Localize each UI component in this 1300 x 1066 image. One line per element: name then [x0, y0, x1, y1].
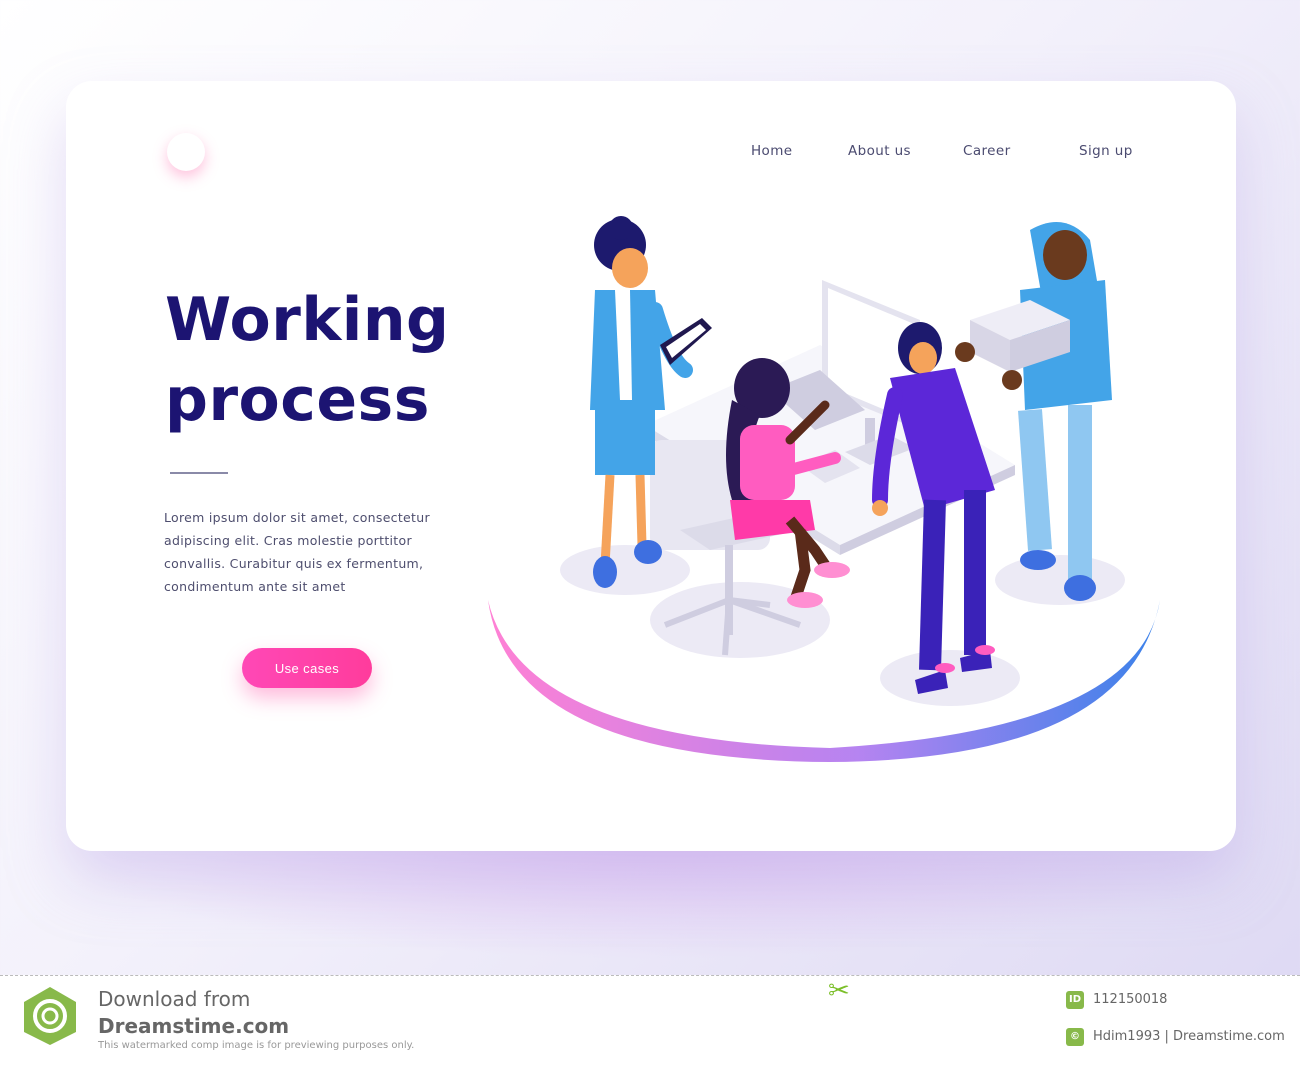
use-cases-button[interactable]: Use cases: [242, 648, 372, 688]
scissors-icon: ✂: [828, 976, 850, 1006]
image-credit: Hdim1993 | Dreamstime.com: [1093, 1029, 1285, 1044]
download-from-text: Download from: [98, 987, 251, 1011]
card-shadow: [40, 840, 1270, 960]
image-id: 112150018: [1093, 992, 1168, 1007]
dreamstime-site-text: Dreamstime.com: [98, 1014, 290, 1038]
watermark-note: This watermarked comp image is for previ…: [98, 1040, 415, 1051]
id-badge-icon: ID: [1066, 991, 1084, 1009]
hero-description: Lorem ipsum dolor sit amet, consectetur …: [164, 510, 430, 594]
dreamstime-logo: [24, 987, 76, 1045]
office-illustration: [488, 216, 1160, 762]
title-divider: [170, 472, 228, 474]
active-underline: [0, 143, 1300, 163]
copyright-icon: ©: [1066, 1028, 1084, 1046]
